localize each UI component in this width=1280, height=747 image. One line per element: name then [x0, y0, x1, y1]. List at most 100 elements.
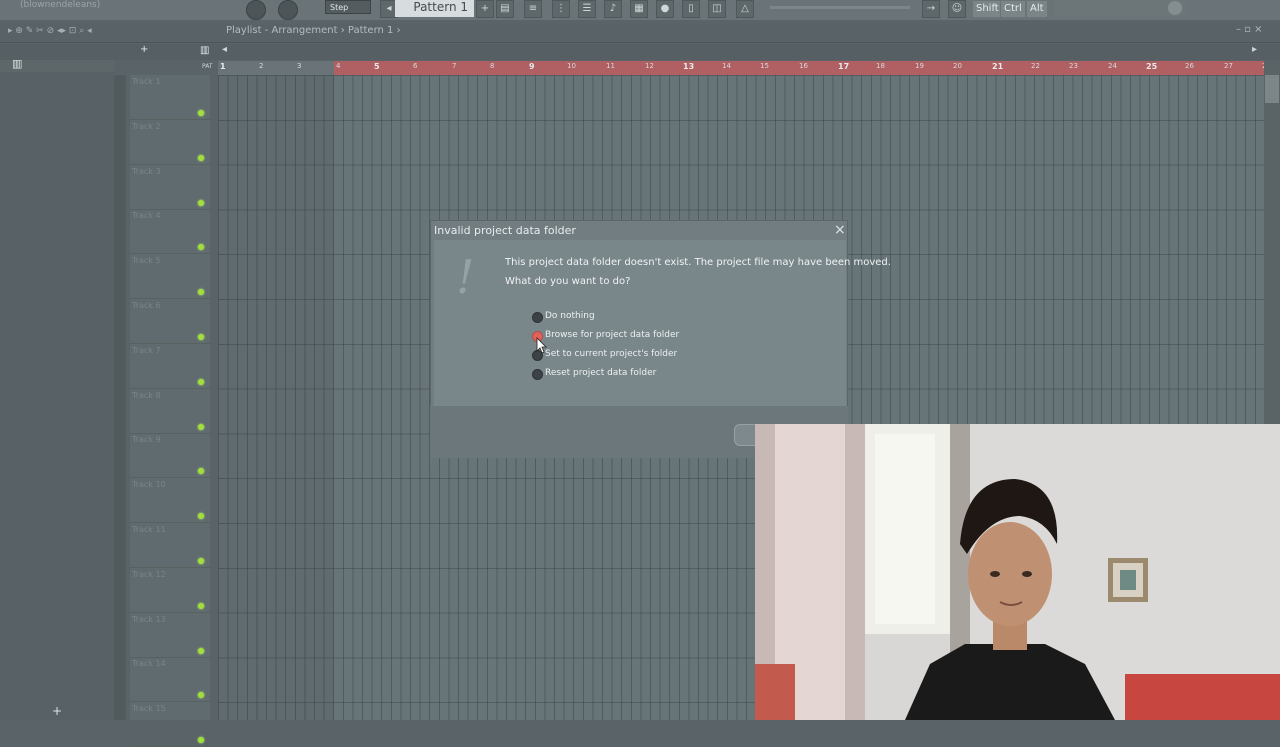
snap-step-select[interactable]: Step [325, 0, 371, 14]
track-active-indicator[interactable] [198, 737, 204, 743]
track-name[interactable]: Track 11 [132, 525, 166, 534]
ruler-bar-number: 5 [374, 62, 380, 71]
vertical-scroll-thumb[interactable] [1265, 75, 1279, 103]
pattern-strip-icon[interactable]: ▥ [200, 45, 209, 56]
ruler-bar-number: 20 [953, 62, 962, 70]
track-name[interactable]: Track 12 [132, 570, 166, 579]
ruler-bar-number: 15 [760, 62, 769, 70]
track-active-indicator[interactable] [198, 110, 204, 116]
track-active-indicator[interactable] [198, 289, 204, 295]
news-icon[interactable] [1168, 1, 1182, 15]
track-active-indicator[interactable] [198, 692, 204, 698]
add-icon[interactable]: + [52, 704, 62, 718]
track-active-indicator[interactable] [198, 200, 204, 206]
track-name[interactable]: Track 7 [132, 346, 161, 355]
option-label-browse-folder[interactable]: Browse for project data folder [545, 330, 679, 340]
track-active-indicator[interactable] [198, 379, 204, 385]
scroll-left-icon[interactable]: ◂ [222, 44, 227, 55]
track-active-indicator[interactable] [198, 603, 204, 609]
add-pattern-icon[interactable]: + [476, 0, 494, 18]
track-active-indicator[interactable] [198, 334, 204, 340]
ruler-bar-number: 17 [838, 62, 850, 71]
track-divider [130, 657, 210, 658]
track-name[interactable]: Track 14 [132, 659, 166, 668]
metronome-icon[interactable]: △ [736, 0, 754, 18]
ruler-bar-number: 7 [452, 62, 457, 70]
track-name[interactable]: Track 8 [132, 391, 161, 400]
playlist-icon[interactable]: ≡ [524, 0, 542, 18]
track-name[interactable]: Track 4 [132, 211, 161, 220]
option-label-set-current-folder[interactable]: Set to current project's folder [545, 349, 677, 359]
ruler-bar-number: 23 [1069, 62, 1078, 70]
track-name[interactable]: Track 6 [132, 301, 161, 310]
window-controls-icon[interactable]: – ▫ × [1236, 24, 1263, 35]
track-active-indicator[interactable] [198, 155, 204, 161]
track-divider [130, 612, 210, 613]
dialog-message-line2: What do you want to do? [505, 276, 631, 287]
master-volume-knob[interactable] [246, 0, 266, 20]
track-divider [130, 388, 210, 389]
project-info-icon[interactable]: ▯ [682, 0, 700, 18]
ruler-bar-number: 25 [1146, 62, 1158, 71]
add-track-icon[interactable]: + [140, 44, 148, 55]
track-active-indicator[interactable] [198, 468, 204, 474]
close-icon[interactable]: × [834, 222, 846, 238]
ctrl-key-button[interactable]: Ctrl [1000, 0, 1026, 18]
ruler-bar-number: 1 [220, 62, 226, 71]
radio-do-nothing[interactable] [532, 312, 543, 323]
track-divider [130, 477, 210, 478]
ruler-bar-number: 10 [567, 62, 576, 70]
scroll-right-icon[interactable]: ▸ [1252, 44, 1257, 55]
track-name[interactable]: Track 9 [132, 435, 161, 444]
ruler-bar-number: 13 [683, 62, 695, 71]
track-name[interactable]: Track 3 [132, 167, 161, 176]
mixer-icon[interactable]: ☰ [578, 0, 596, 18]
playlist-subbar: + ▥ ◂ ▸ PAT [0, 44, 1280, 70]
track-active-indicator[interactable] [198, 648, 204, 654]
track-name[interactable]: Track 5 [132, 256, 161, 265]
track-active-indicator[interactable] [198, 558, 204, 564]
track-divider [130, 253, 210, 254]
ruler-bar-number: 4 [336, 62, 341, 70]
ruler-bar-number: 9 [529, 62, 535, 71]
shift-key-button[interactable]: Shift [972, 0, 1003, 18]
ruler-bar-number: 8 [490, 62, 495, 70]
arrow-right-icon[interactable]: → [922, 0, 940, 18]
ruler-bar-number: 2 [259, 62, 264, 70]
plugin-picker-icon[interactable]: ▦ [630, 0, 648, 18]
radio-reset-folder[interactable] [532, 369, 543, 380]
track-active-indicator[interactable] [198, 513, 204, 519]
webcam-image [755, 424, 1280, 720]
webcam-overlay [755, 424, 1280, 720]
cpu-meter [770, 6, 910, 9]
track-name[interactable]: Track 10 [132, 480, 166, 489]
track-active-indicator[interactable] [198, 424, 204, 430]
track-active-indicator[interactable] [198, 244, 204, 250]
browser-icon[interactable]: ♪ [604, 0, 622, 18]
track-name[interactable]: Track 1 [132, 77, 161, 86]
track-divider [130, 522, 210, 523]
browser-scrollbar[interactable] [114, 75, 126, 720]
track-name[interactable]: Track 2 [132, 122, 161, 131]
option-label-do-nothing[interactable]: Do nothing [545, 311, 595, 321]
pat-label: PAT [202, 63, 213, 70]
playlist-tools-icon[interactable]: ▸ ⊕ ✎ ✂ ⊘ ◂▸ ⊡ ⌕ ◂ [8, 26, 92, 36]
mouse-cursor-icon [536, 337, 547, 354]
piano-roll-icon[interactable]: ▤ [496, 0, 514, 18]
ruler-bar-number: 16 [799, 62, 808, 70]
microphone-icon[interactable]: ● [656, 0, 674, 18]
alt-key-button[interactable]: Alt [1026, 0, 1048, 18]
ruler-bar-number: 14 [722, 62, 731, 70]
tempo-icon[interactable]: ◫ [708, 0, 726, 18]
dialog-message-line1: This project data folder doesn't exist. … [505, 257, 891, 268]
pattern-selector[interactable]: Pattern 1 [395, 0, 474, 17]
track-name[interactable]: Track 15 [132, 704, 166, 713]
track-name[interactable]: Track 13 [132, 615, 166, 624]
option-label-reset-folder[interactable]: Reset project data folder [545, 368, 656, 378]
ruler-bar-number: 24 [1108, 62, 1117, 70]
track-divider [130, 567, 210, 568]
master-pitch-knob[interactable] [278, 0, 298, 20]
online-help-icon[interactable]: ☺ [948, 0, 966, 18]
ruler-bar-number: 22 [1031, 62, 1040, 70]
channel-rack-icon[interactable]: ⋮ [552, 0, 570, 18]
